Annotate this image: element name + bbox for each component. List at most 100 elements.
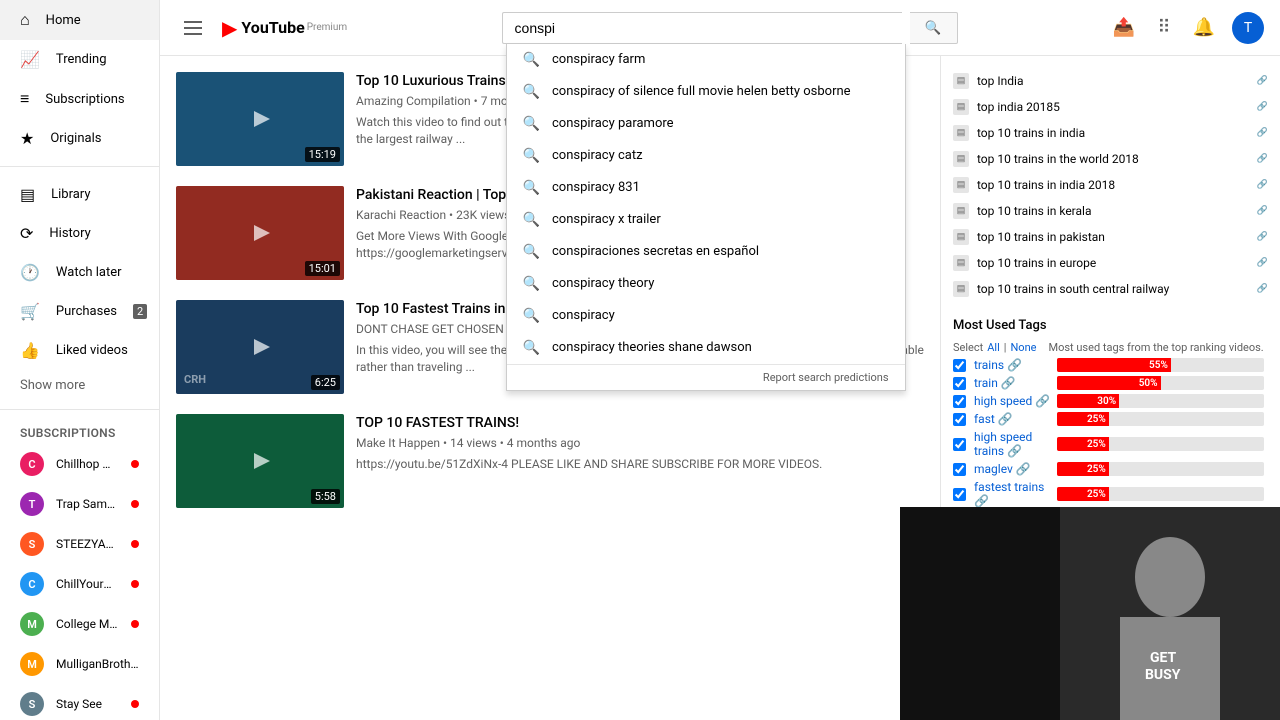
sidebar-sub-chillhop-music[interactable]: C Chillhop Music [0,444,159,484]
tag-link[interactable]: maglev 🔗 [974,462,1031,476]
dropdown-item[interactable]: 🔍conspiraciones secretas en español [507,236,905,268]
search-input[interactable] [502,12,902,44]
tag-checkbox[interactable] [953,438,966,451]
notifications-icon[interactable]: 🔔 [1192,16,1216,40]
dropdown-item[interactable]: 🔍conspiracy of silence full movie helen … [507,76,905,108]
tag-checkbox[interactable] [953,359,966,372]
tag-checkbox[interactable] [953,377,966,390]
youtube-icon: ▶ [222,16,237,40]
link-icon: ▤ [953,255,969,271]
tag-link[interactable]: train 🔗 [974,376,1016,390]
sidebar-sub-college-music[interactable]: M College Music [0,604,159,644]
show-more-button[interactable]: Show more [0,370,159,401]
right-panel-link[interactable]: ▤ top india 20185 🔗 [953,94,1268,120]
sidebar-sub-stay-see[interactable]: S Stay See [0,684,159,720]
dropdown-item[interactable]: 🔍conspiracy theories shane dawson [507,332,905,364]
video-description: https://youtu.be/51ZdXiNx-4 PLEASE LIKE … [356,456,924,473]
logo[interactable]: ▶ YouTube Premium [222,16,347,40]
right-panel-link[interactable]: ▤ top 10 trains in india 🔗 [953,120,1268,146]
external-link-icon: 🔗 [1257,284,1268,294]
tag-checkbox[interactable] [953,463,966,476]
dropdown-item[interactable]: 🔍conspiracy paramore [507,108,905,140]
dropdown-item[interactable]: 🔍conspiracy x trailer [507,204,905,236]
apps-icon[interactable]: ⠿ [1152,16,1176,40]
tag-row: maglev 🔗 25% [953,462,1268,476]
tag-bar: 25% [1057,487,1109,501]
sidebar-item-watch-later[interactable]: 🕐 Watch later [0,253,159,292]
right-panel-link[interactable]: ▤ top 10 trains in pakistan 🔗 [953,224,1268,250]
watermark: CRH [184,373,206,386]
sidebar-item-originals[interactable]: ★ Originals [0,119,159,158]
mini-player-inner: GET BUSY [940,507,1280,720]
sidebar-sub-mulliganbrothe...[interactable]: M MulliganBrothe... [0,644,159,684]
video-title: TOP 10 FASTEST TRAINS! [356,414,924,432]
tag-link[interactable]: trains 🔗 [974,358,1022,372]
tag-percentage: 55% [1143,360,1171,371]
sidebar-item-purchases[interactable]: 🛒 Purchases 2 [0,292,159,331]
tag-checkbox[interactable] [953,395,966,408]
tag-bar: 30% [1057,394,1119,408]
tag-bar-container: 25% [1057,462,1264,476]
tags-select-none[interactable]: None [1010,341,1036,354]
video-card[interactable]: 5:58 TOP 10 FASTEST TRAINS! Make It Happ… [176,414,924,508]
tag-checkbox[interactable] [953,413,966,426]
tag-percentage: 25% [1081,464,1109,475]
video-info: TOP 10 FASTEST TRAINS! Make It Happen • … [356,414,924,508]
library-icon: ▤ [20,185,35,204]
upload-icon[interactable]: 📤 [1112,16,1136,40]
sidebar-sub-trap-samurai[interactable]: T Trap Samurai [0,484,159,524]
tag-checkbox[interactable] [953,488,966,501]
dropdown-item[interactable]: 🔍conspiracy catz [507,140,905,172]
search-suggestion-icon: 🔍 [523,244,540,260]
sidebar-sub-chillyourmind[interactable]: C ChillYourMind [0,564,159,604]
report-predictions-link[interactable]: Report search predictions [507,364,905,390]
right-panel-link[interactable]: ▤ top 10 trains in the world 2018 🔗 [953,146,1268,172]
user-avatar[interactable]: T [1232,12,1264,44]
tag-link[interactable]: high speed 🔗 [974,394,1050,408]
link-icon: ▤ [953,125,969,141]
sub-name: ChillYourMind [56,577,119,591]
sidebar-item-history[interactable]: ⟳ History [0,214,159,253]
tags-select-all[interactable]: All [987,341,1000,354]
header-right: 📤 ⠿ 🔔 T [1112,12,1264,44]
dropdown-item[interactable]: 🔍conspiracy [507,300,905,332]
search-button[interactable]: 🔍 [910,12,958,44]
dropdown-item[interactable]: 🔍conspiracy farm [507,44,905,76]
sidebar-item-home[interactable]: ⌂ Home [0,0,159,40]
home-icon: ⌂ [20,10,30,30]
tag-link[interactable]: high speed trains 🔗 [974,430,1053,458]
search-suggestion-icon: 🔍 [523,212,540,228]
right-panel-link[interactable]: ▤ top 10 trains in india 2018 🔗 [953,172,1268,198]
trending-icon: 📈 [20,50,40,69]
right-panel-link[interactable]: ▤ top 10 trains in kerala 🔗 [953,198,1268,224]
sidebar-item-library[interactable]: ▤ Library [0,175,159,214]
link-text: top 10 trains in europe [977,256,1249,270]
mini-player[interactable]: GET BUSY [940,507,1280,720]
tag-row: high speed 🔗 30% [953,394,1268,408]
tag-percentage: 25% [1081,489,1109,500]
liked-icon: 👍 [20,341,40,360]
sidebar-sub-steezyasfuck[interactable]: S STEEZYASFUCK [0,524,159,564]
dropdown-item[interactable]: 🔍conspiracy theory [507,268,905,300]
sub-avatar: M [20,612,44,636]
right-panel-link[interactable]: ▤ top 10 trains in south central railway… [953,276,1268,302]
sub-avatar: C [20,572,44,596]
link-icon: ▤ [953,99,969,115]
sub-name: Trap Samurai [56,497,119,511]
sidebar-item-trending[interactable]: 📈 Trending [0,40,159,79]
tag-name: maglev 🔗 [953,462,1053,476]
tags-header: Most Used Tags [953,318,1268,333]
sidebar-item-liked[interactable]: 👍 Liked videos [0,331,159,370]
subscriptions-list: C Chillhop Music T Trap Samurai S STEEZY… [0,444,159,720]
tags-select-label: Select [953,341,983,354]
tag-link[interactable]: fastest trains 🔗 [974,480,1053,508]
right-panel-link[interactable]: ▤ top 10 trains in europe 🔗 [953,250,1268,276]
tag-bar-container: 25% [1057,437,1264,451]
hamburger-menu[interactable] [176,13,210,43]
sidebar-item-subscriptions[interactable]: ≡ Subscriptions [0,79,159,119]
dropdown-item[interactable]: 🔍conspiracy 831 [507,172,905,204]
tag-link[interactable]: fast 🔗 [974,412,1013,426]
right-panel-link[interactable]: ▤ top India 🔗 [953,68,1268,94]
sub-badge [131,540,139,548]
external-link-icon: 🔗 [1257,102,1268,112]
